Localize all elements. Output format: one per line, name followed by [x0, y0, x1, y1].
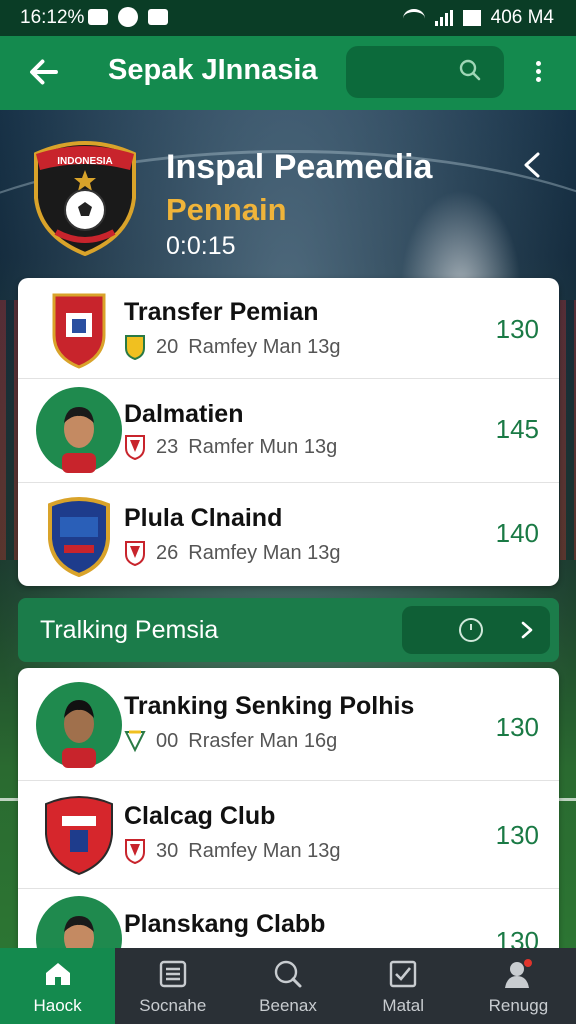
item-meta: 26 Ramfey Man 13g	[124, 540, 341, 566]
list-item[interactable]: Plula Clnaind 26 Ramfey Man 13g 140	[18, 482, 559, 586]
nav-item-search[interactable]: Beenax	[230, 948, 345, 1024]
item-number: 23	[156, 435, 179, 458]
item-detail: Ramfey Man 13g	[188, 335, 341, 358]
nav-item-match[interactable]: Matal	[346, 948, 461, 1024]
status-right-text: 406 M4	[490, 7, 554, 28]
battery-icon	[462, 10, 481, 26]
wifi-icon	[402, 8, 425, 28]
item-value: 130	[495, 314, 539, 344]
more-menu-icon[interactable]	[530, 58, 546, 88]
status-icons-left	[88, 7, 168, 27]
player-avatar	[36, 682, 122, 768]
search-icon	[274, 960, 302, 988]
item-meta: 20 Ramfey Man 13g	[124, 334, 341, 360]
item-name: Dalmatien	[124, 400, 244, 428]
shield-icon	[125, 435, 145, 460]
item-detail: Rrasfer Man 16g	[188, 729, 338, 752]
search-input[interactable]	[346, 46, 504, 98]
player-avatar	[36, 387, 122, 473]
nav-label: Haock	[33, 996, 82, 1015]
nav-label: Socnahe	[139, 996, 207, 1015]
list-icon	[159, 960, 186, 988]
transfer-list-card: Transfer Pemian 20 Ramfey Man 13g 130 Da…	[18, 278, 559, 586]
item-name: Tranking Senking Polhis	[124, 692, 415, 720]
status-time: 16:12%	[20, 7, 85, 28]
hero-title: Inspal Peamedia	[166, 148, 433, 186]
image-icon	[88, 9, 108, 25]
item-number: 30	[156, 839, 179, 862]
section-actions[interactable]	[402, 606, 550, 654]
signal-icon	[434, 10, 453, 26]
nav-label: Beenax	[259, 996, 317, 1015]
game-icon	[148, 9, 168, 25]
item-meta: 30 Ramfey Man 13g	[124, 838, 341, 864]
search-icon[interactable]	[458, 58, 482, 82]
app-icon	[118, 7, 138, 27]
shield-icon	[125, 541, 145, 566]
club-crest-icon	[52, 293, 106, 369]
list-item[interactable]: Tranking Senking Polhis 00 Rrasfer Man 1…	[18, 668, 559, 781]
app-bar: Sepak JInnasia	[0, 36, 576, 110]
club-crest-icon	[48, 497, 110, 577]
badge-text: INDONESIA	[57, 156, 113, 167]
item-value: 145	[495, 414, 539, 444]
hero-time: 0:0:15	[166, 232, 236, 260]
item-name: Plula Clnaind	[124, 504, 283, 532]
nav-item-home[interactable]: Haock	[0, 948, 116, 1024]
home-icon	[45, 963, 70, 985]
nav-item-schedule[interactable]: Socnahe	[115, 948, 230, 1024]
list-item[interactable]: Transfer Pemian 20 Ramfey Man 13g 130	[18, 278, 559, 379]
bottom-navigation: Haock Socnahe Beenax Matal Renugg	[0, 948, 576, 1024]
item-value: 140	[495, 518, 539, 548]
item-meta: 23 Ramfer Mun 13g	[124, 434, 337, 460]
back-arrow-icon[interactable]	[26, 54, 62, 90]
team-badge-logo: INDONESIA	[34, 141, 136, 256]
item-detail: Ramfer Mun 13g	[188, 435, 338, 458]
shield-icon	[125, 839, 145, 864]
list-item[interactable]: Dalmatien 23 Ramfer Mun 13g 145	[18, 378, 559, 483]
section-label: Tralking Pemsia	[40, 616, 219, 644]
nav-label: Matal	[382, 996, 424, 1015]
item-detail: Ramfey Man 13g	[188, 541, 341, 564]
hero-subtitle: Pennain	[166, 192, 287, 227]
nav-label: Renugg	[488, 996, 549, 1015]
nav-item-profile[interactable]: Renugg	[461, 948, 576, 1024]
shield-icon	[125, 335, 145, 360]
item-number: 26	[156, 541, 179, 564]
item-name: Clalcag Club	[124, 802, 276, 830]
item-number: 00	[156, 729, 179, 752]
app-title: Sepak JInnasia	[108, 54, 318, 86]
ranking-section-header[interactable]: Tralking Pemsia	[18, 598, 559, 662]
ranking-list-card: Tranking Senking Polhis 00 Rrasfer Man 1…	[18, 668, 559, 958]
item-value: 130	[495, 820, 539, 850]
profile-icon	[505, 959, 533, 988]
item-detail: Ramfey Man 13g	[188, 839, 341, 862]
checkbox-icon	[390, 960, 417, 988]
club-crest-icon	[45, 796, 113, 876]
item-number: 20	[156, 335, 179, 358]
list-item[interactable]: Clalcag Club 30 Ramfey Man 13g 130	[18, 780, 559, 889]
chevron-right-icon[interactable]	[520, 620, 534, 640]
clock-icon[interactable]	[458, 617, 484, 643]
item-name: Planskang Clabb	[124, 910, 326, 938]
item-meta: 00 Rrasfer Man 16g	[124, 728, 337, 754]
item-name: Transfer Pemian	[124, 298, 319, 326]
item-value: 130	[495, 712, 539, 742]
shield-icon	[124, 730, 146, 753]
status-icons-right: 406 M4	[402, 7, 554, 29]
status-bar: 16:12% 406 M4	[0, 0, 576, 36]
chevron-left-icon[interactable]	[520, 150, 544, 180]
